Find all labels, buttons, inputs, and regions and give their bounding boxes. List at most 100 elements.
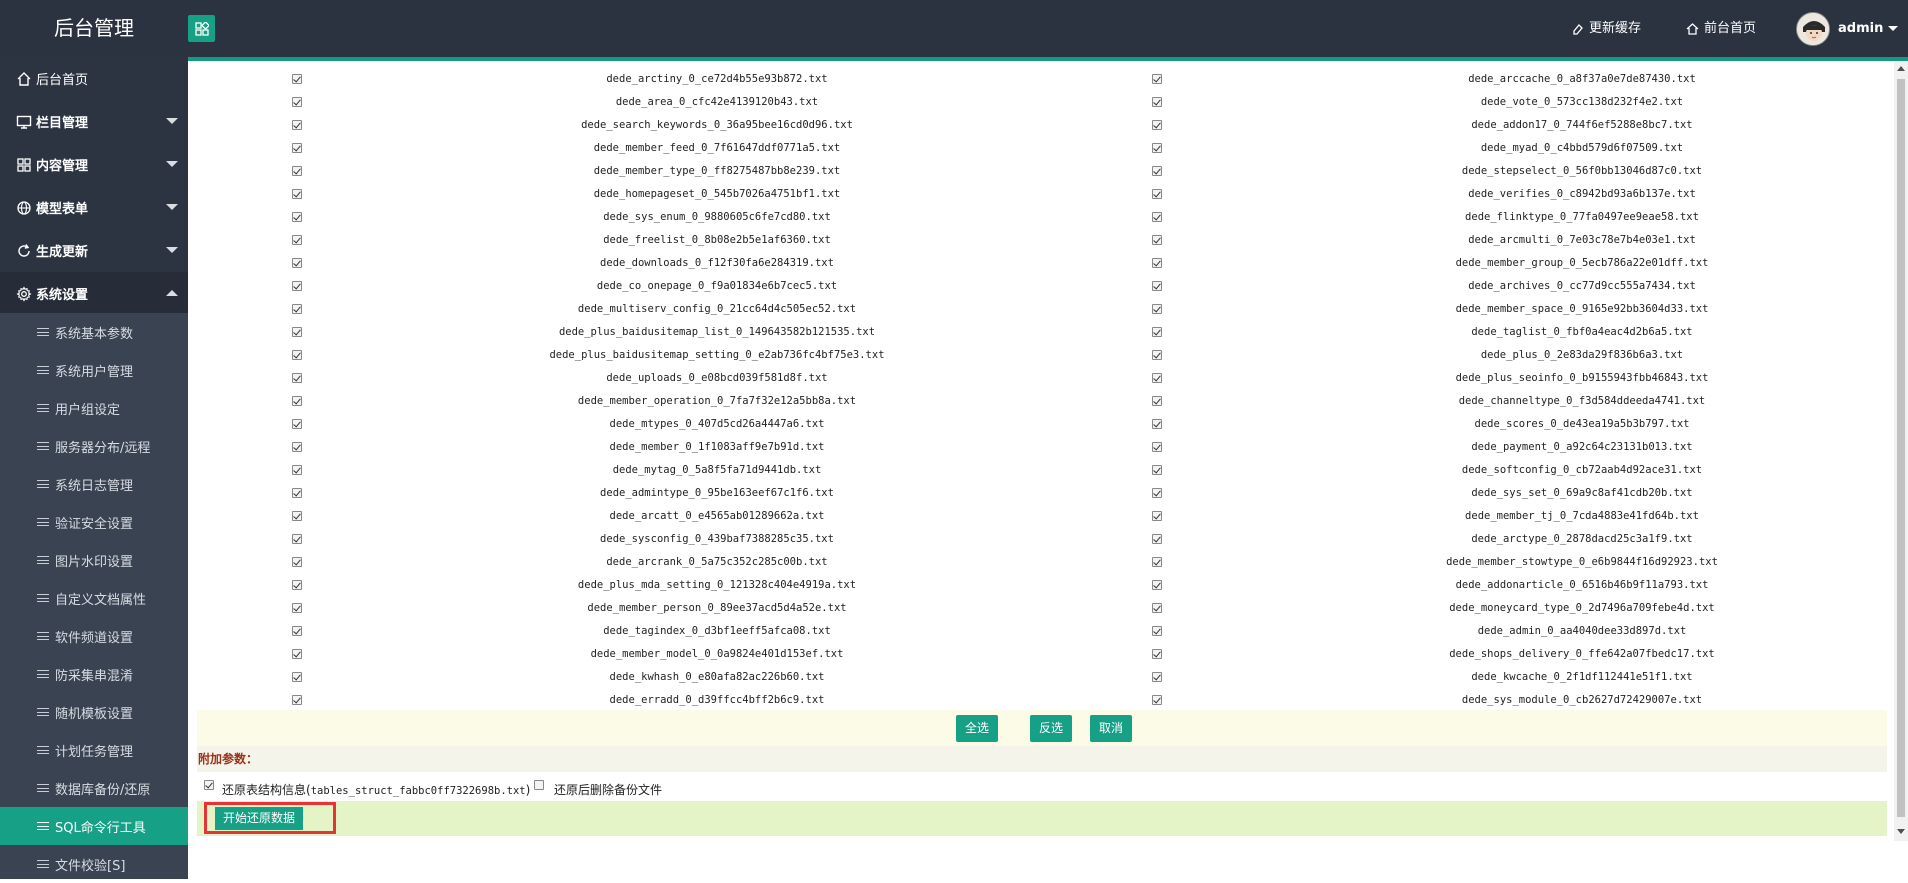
file-checkbox[interactable] <box>1152 188 1162 199</box>
front-home-link[interactable]: 前台首页 <box>1686 0 1756 57</box>
file-checkbox[interactable] <box>292 671 302 682</box>
sidebar-subitem[interactable]: 文件校验[S] <box>0 845 188 883</box>
file-checkbox[interactable] <box>292 257 302 268</box>
file-checkbox[interactable] <box>292 326 302 337</box>
clear-cache-link[interactable]: 更新缓存 <box>1572 0 1641 57</box>
file-checkbox[interactable] <box>1152 671 1162 682</box>
invert-selection-button[interactable]: 反选 <box>1030 715 1073 742</box>
file-checkbox[interactable] <box>292 73 302 84</box>
file-checkbox[interactable] <box>292 211 302 222</box>
select-all-button[interactable]: 全选 <box>956 715 999 742</box>
sidebar-item-content[interactable]: 内容管理 <box>0 143 188 186</box>
file-checkbox[interactable] <box>292 142 302 153</box>
file-checkbox[interactable] <box>292 234 302 245</box>
file-checkbox[interactable] <box>1152 372 1162 383</box>
file-checkbox[interactable] <box>292 533 302 544</box>
file-checkbox[interactable] <box>1152 73 1162 84</box>
sidebar-subitem[interactable]: 系统基本参数 <box>0 313 188 351</box>
file-checkbox[interactable] <box>1152 441 1162 452</box>
file-checkbox[interactable] <box>1152 694 1162 705</box>
sidebar-subitem[interactable]: 随机模板设置 <box>0 693 188 731</box>
grid-toggle-icon <box>194 21 209 36</box>
file-checkbox[interactable] <box>1152 602 1162 613</box>
file-checkbox[interactable] <box>1152 234 1162 245</box>
cancel-selection-button[interactable]: 取消 <box>1090 715 1133 742</box>
sidebar-subitem[interactable]: 验证安全设置 <box>0 503 188 541</box>
restore-struct-checkbox[interactable] <box>204 780 214 790</box>
file-checkbox[interactable] <box>292 119 302 130</box>
file-checkbox[interactable] <box>292 372 302 383</box>
selection-button-row: 全选 反选 取消 <box>197 710 1887 746</box>
sidebar-subitem[interactable]: 防采集串混淆 <box>0 655 188 693</box>
file-checkbox[interactable] <box>1152 510 1162 521</box>
file-checkbox[interactable] <box>1152 648 1162 659</box>
file-checkbox[interactable] <box>1152 165 1162 176</box>
file-checkbox[interactable] <box>1152 303 1162 314</box>
file-checkbox[interactable] <box>1152 142 1162 153</box>
file-checkbox[interactable] <box>292 349 302 360</box>
file-checkbox[interactable] <box>1152 487 1162 498</box>
sidebar-item-home[interactable]: 后台首页 <box>0 57 188 100</box>
file-checkbox[interactable] <box>292 441 302 452</box>
file-checkbox[interactable] <box>292 648 302 659</box>
file-checkbox[interactable] <box>292 579 302 590</box>
sidebar-item-model-forms[interactable]: 模型表单 <box>0 186 188 229</box>
delete-after-checkbox[interactable] <box>534 780 544 790</box>
file-checkbox[interactable] <box>292 694 302 705</box>
start-restore-button[interactable]: 开始还原数据 <box>215 807 304 830</box>
user-caret-icon[interactable] <box>1888 26 1898 31</box>
menu-toggle-button[interactable] <box>188 15 215 42</box>
file-checkbox[interactable] <box>1152 211 1162 222</box>
sidebar-subitem[interactable]: 服务器分布/远程 <box>0 427 188 465</box>
file-checkbox[interactable] <box>1152 257 1162 268</box>
file-checkbox[interactable] <box>1152 349 1162 360</box>
checkbox-cell <box>1037 504 1277 527</box>
file-checkbox[interactable] <box>1152 533 1162 544</box>
checkbox-cell <box>1037 274 1277 297</box>
file-checkbox[interactable] <box>292 487 302 498</box>
sidebar-subitem[interactable]: 用户组设定 <box>0 389 188 427</box>
file-checkbox[interactable] <box>1152 556 1162 567</box>
file-checkbox[interactable] <box>1152 280 1162 291</box>
sidebar-subitem[interactable]: 自定义文档属性 <box>0 579 188 617</box>
file-checkbox[interactable] <box>292 464 302 475</box>
file-checkbox[interactable] <box>292 96 302 107</box>
avatar[interactable] <box>1796 12 1830 46</box>
list-icon <box>37 746 49 754</box>
sidebar-subitem[interactable]: 计划任务管理 <box>0 731 188 769</box>
file-checkbox[interactable] <box>1152 625 1162 636</box>
sidebar-subitem[interactable]: SQL命令行工具 <box>0 807 188 845</box>
scrollbar-thumb[interactable] <box>1897 79 1905 817</box>
sidebar-item-columns[interactable]: 栏目管理 <box>0 100 188 143</box>
file-checkbox[interactable] <box>1152 464 1162 475</box>
file-checkbox[interactable] <box>292 418 302 429</box>
file-checkbox[interactable] <box>292 556 302 567</box>
scroll-up-arrow-icon[interactable] <box>1897 66 1905 71</box>
file-checkbox[interactable] <box>1152 418 1162 429</box>
file-checkbox[interactable] <box>292 303 302 314</box>
file-checkbox[interactable] <box>292 188 302 199</box>
file-checkbox[interactable] <box>1152 579 1162 590</box>
user-menu[interactable]: admin <box>1838 0 1883 57</box>
file-checkbox[interactable] <box>292 602 302 613</box>
sidebar-subitem[interactable]: 软件频道设置 <box>0 617 188 655</box>
file-checkbox[interactable] <box>292 510 302 521</box>
checkbox-cell <box>197 366 397 389</box>
file-checkbox[interactable] <box>1152 119 1162 130</box>
sidebar-item-system-settings[interactable]: 系统设置 <box>0 272 188 315</box>
vertical-scrollbar[interactable] <box>1894 61 1908 841</box>
sidebar-subitem[interactable]: 系统用户管理 <box>0 351 188 389</box>
file-checkbox[interactable] <box>292 395 302 406</box>
sidebar-item-generate[interactable]: 生成更新 <box>0 229 188 272</box>
scroll-down-arrow-icon[interactable] <box>1897 829 1905 834</box>
file-checkbox[interactable] <box>292 625 302 636</box>
file-checkbox[interactable] <box>1152 96 1162 107</box>
sidebar-subitem[interactable]: 图片水印设置 <box>0 541 188 579</box>
sidebar-subitem[interactable]: 数据库备份/还原 <box>0 769 188 807</box>
file-checkbox[interactable] <box>1152 326 1162 337</box>
file-checkbox[interactable] <box>292 280 302 291</box>
monitor-icon <box>16 115 32 129</box>
file-checkbox[interactable] <box>1152 395 1162 406</box>
file-checkbox[interactable] <box>292 165 302 176</box>
sidebar-subitem[interactable]: 系统日志管理 <box>0 465 188 503</box>
